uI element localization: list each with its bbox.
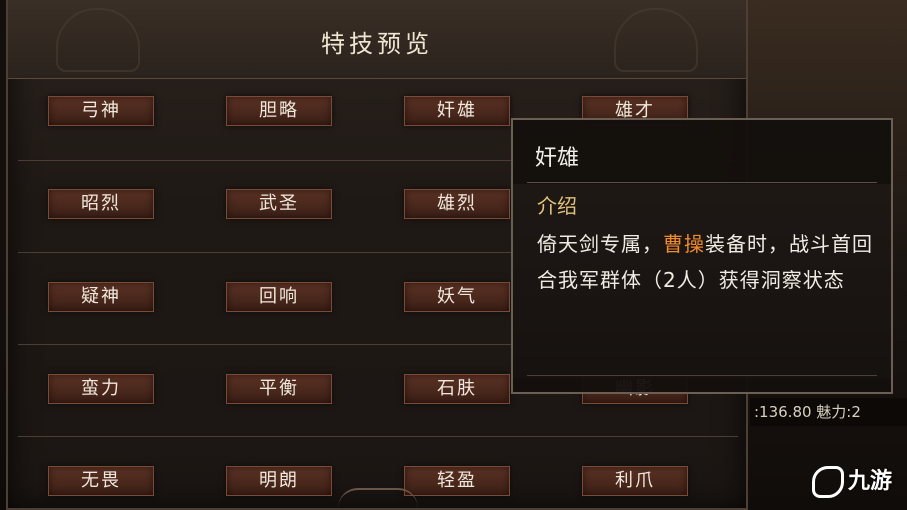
skill-button[interactable]: 轻盈 — [404, 466, 510, 496]
skill-button[interactable]: 利爪 — [582, 466, 688, 496]
skill-button[interactable]: 无畏 — [48, 466, 154, 496]
skill-button[interactable]: 疑神 — [48, 282, 154, 312]
skill-tooltip: 奸雄 介绍 倚天剑专属，曹操装备时，战斗首回合我军群体（2人）获得洞察状态 — [511, 118, 893, 394]
skill-button[interactable]: 弓神 — [48, 96, 154, 126]
skill-button[interactable]: 回响 — [226, 282, 332, 312]
tooltip-section-label: 介绍 — [537, 194, 577, 218]
skill-button[interactable]: 雄烈 — [404, 189, 510, 219]
skill-button[interactable]: 昭烈 — [48, 189, 154, 219]
bottom-ornament-icon — [338, 488, 418, 508]
panel-title: 特技预览 — [321, 30, 433, 58]
tooltip-description: 倚天剑专属，曹操装备时，战斗首回合我军群体（2人）获得洞察状态 — [537, 226, 877, 298]
row-divider — [18, 436, 738, 437]
tooltip-bottom-divider — [527, 375, 877, 376]
skill-button[interactable]: 平衡 — [226, 374, 332, 404]
highlighted-hero-name: 曹操 — [663, 232, 705, 256]
panel-header: 特技预览 — [8, 0, 746, 79]
tooltip-divider — [527, 182, 877, 183]
skill-button[interactable]: 石肤 — [404, 374, 510, 404]
logo-text: 九游 — [848, 469, 893, 494]
description-text: 倚天剑专属， — [537, 232, 663, 256]
skill-button[interactable]: 奸雄 — [404, 96, 510, 126]
skill-button[interactable]: 妖气 — [404, 282, 510, 312]
logo-mark-icon — [812, 466, 844, 498]
site-logo: 九游 — [812, 462, 902, 502]
skill-button[interactable]: 胆略 — [226, 96, 332, 126]
tooltip-title: 奸雄 — [535, 146, 580, 171]
background-stat-text: :136.80 魅力:2 — [750, 398, 907, 426]
skill-button[interactable]: 武圣 — [226, 189, 332, 219]
skill-button[interactable]: 明朗 — [226, 466, 332, 496]
skill-button[interactable]: 蛮力 — [48, 374, 154, 404]
